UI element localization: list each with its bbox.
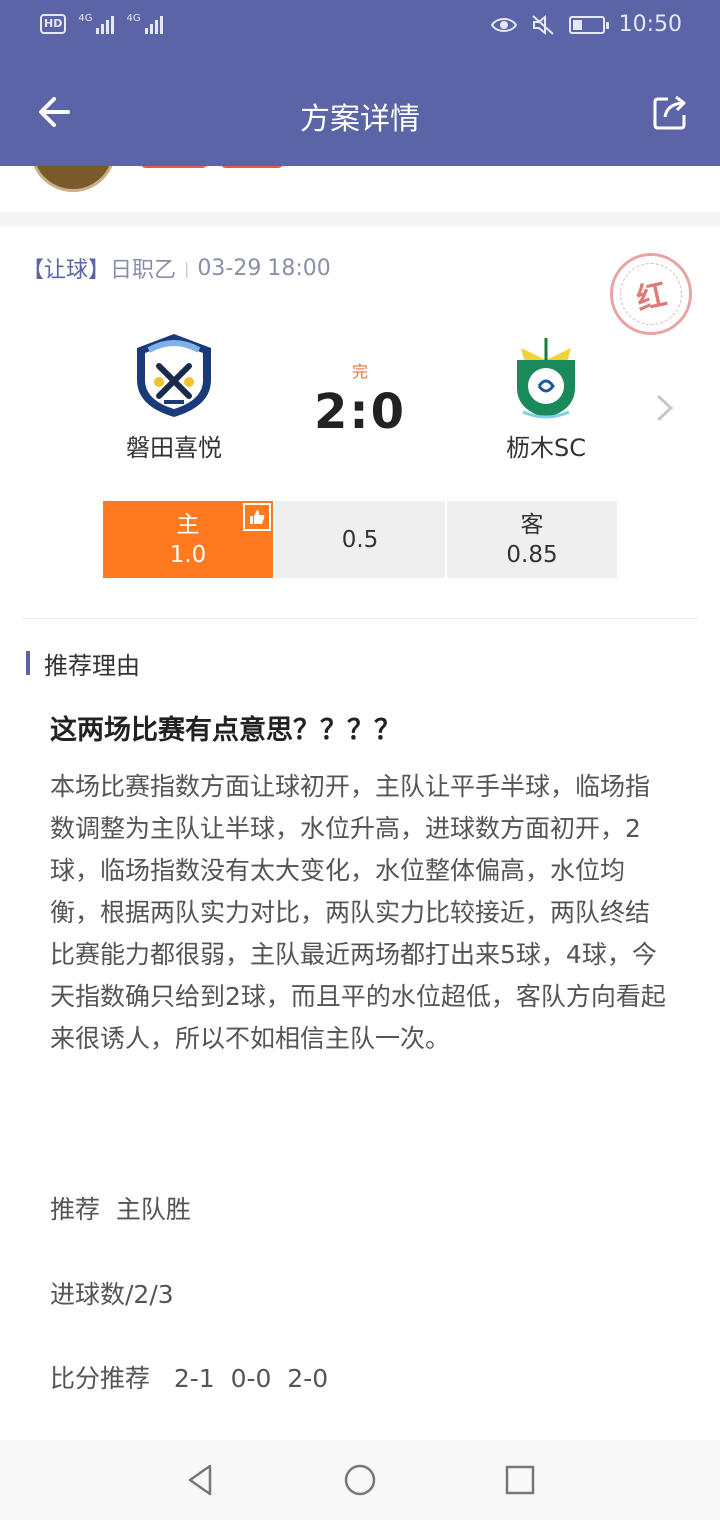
bet-type: 【让球】 xyxy=(22,258,111,283)
odds-handicap: 0.5 xyxy=(275,501,445,578)
battery-icon xyxy=(568,15,609,34)
odds-away-option[interactable]: 客 0.85 xyxy=(447,501,617,578)
signal-icon: 4G xyxy=(126,14,163,34)
odds-panel: 主 1.0 0.5 客 0.85 xyxy=(103,501,617,578)
odds-away-value: 0.85 xyxy=(506,541,558,568)
odds-home-option[interactable]: 主 1.0 xyxy=(103,501,273,578)
status-bar: HD 4G 4G 10:50 xyxy=(0,0,720,56)
separator: | xyxy=(184,258,190,278)
divider xyxy=(22,618,698,619)
hd-badge: HD xyxy=(40,14,67,34)
avatar[interactable] xyxy=(30,166,116,192)
recommendation: 推荐 主队胜 xyxy=(50,1195,191,1224)
match-date: 03-29 xyxy=(197,255,262,281)
odds-home-value: 1.0 xyxy=(169,541,207,568)
author-strip xyxy=(0,166,720,214)
chevron-right-icon[interactable] xyxy=(654,394,676,422)
thumbs-up-icon xyxy=(243,503,271,531)
result-stamp: 红 xyxy=(610,253,692,335)
share-icon[interactable] xyxy=(650,92,690,132)
section-gap xyxy=(0,212,720,226)
eye-icon xyxy=(490,17,517,32)
away-team[interactable]: 枥木SC xyxy=(466,330,626,463)
goals-recommendation: 进球数/2/3 xyxy=(50,1280,174,1309)
article-body: 本场比赛指数方面让球初开，主队让平手半球，临场指数调整为主队让半球，水位升高，进… xyxy=(50,772,666,1053)
author-tag xyxy=(220,166,284,168)
nav-bar: 方案详情 xyxy=(0,56,720,166)
page-title: 方案详情 xyxy=(300,102,420,137)
odds-away-label: 客 xyxy=(520,511,544,538)
league-name: 日职乙 xyxy=(110,258,177,283)
square-recent-icon[interactable] xyxy=(502,1462,538,1498)
circle-home-icon[interactable] xyxy=(342,1462,378,1498)
away-team-name: 枥木SC xyxy=(506,434,586,462)
app-header: HD 4G 4G 10:50 方案详情 xyxy=(0,0,720,166)
clock: 10:50 xyxy=(618,12,682,37)
system-nav-bar xyxy=(0,1440,720,1520)
triangle-back-icon[interactable] xyxy=(182,1462,218,1498)
match-time: 18:00 xyxy=(267,255,331,281)
odds-handicap-value: 0.5 xyxy=(341,526,379,553)
author-tag xyxy=(140,166,208,168)
mute-icon xyxy=(531,14,554,35)
article-headline: 这两场比赛有点意思？？？？ xyxy=(50,715,401,746)
tochigi-sc-crest-icon xyxy=(517,338,575,419)
score-recommendation: 比分推荐 2-1 0-0 2-0 xyxy=(50,1364,329,1393)
odds-home-label: 主 xyxy=(176,511,200,538)
match-info: 【让球】 日职乙 | 03-29 18:00 xyxy=(22,252,331,284)
section-accent-bar xyxy=(26,651,30,675)
section-title: 推荐理由 xyxy=(26,648,140,680)
signal-icon: 4G xyxy=(78,14,115,34)
